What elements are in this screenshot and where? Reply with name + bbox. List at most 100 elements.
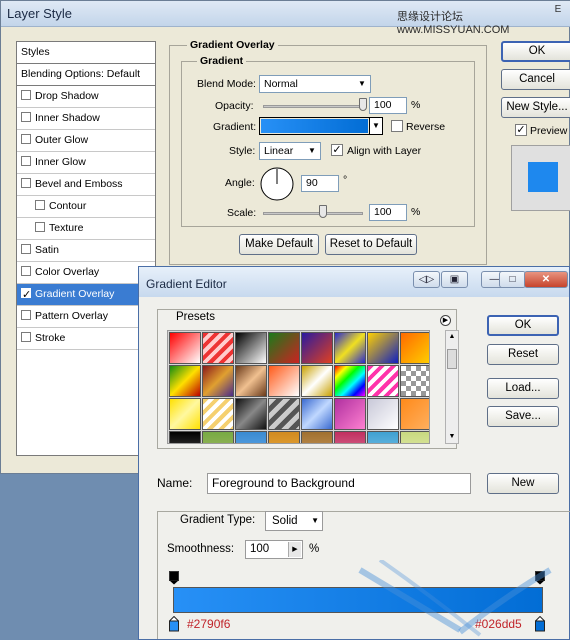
satin-checkbox[interactable] [21,244,31,254]
angle-input[interactable]: 90 [301,175,339,192]
preset-swatch[interactable] [169,365,201,397]
preset-swatch[interactable] [169,431,201,443]
style-item-contour[interactable]: Contour [17,196,155,218]
cancel-button[interactable]: Cancel [501,69,570,90]
opacity-input[interactable]: 100 [369,97,407,114]
scroll-up-icon[interactable]: ▲ [447,332,457,342]
stroke-checkbox[interactable] [21,332,31,342]
angle-dial[interactable] [259,166,295,202]
make-default-button[interactable]: Make Default [239,234,319,255]
style-item-pattern-overlay[interactable]: Pattern Overlay [17,306,155,328]
preset-swatch[interactable] [367,431,399,443]
smoothness-input[interactable]: 100 ▶ [245,540,303,559]
align-with-layer-checkbox[interactable]: ✓ [331,144,343,156]
opacity-stop-left[interactable] [169,571,179,585]
ge-reset-button[interactable]: Reset [487,344,559,365]
chevron-right-icon[interactable]: ▶ [288,542,301,557]
preset-swatch[interactable] [268,365,300,397]
style-select[interactable]: Linear ▼ [259,142,321,160]
preset-swatch[interactable] [301,398,333,430]
preset-swatch[interactable] [367,398,399,430]
style-item-inner-glow[interactable]: Inner Glow [17,152,155,174]
preset-swatch[interactable] [235,332,267,364]
reverse-checkbox[interactable] [391,120,403,132]
preset-swatch[interactable] [334,398,366,430]
opacity-slider-thumb[interactable] [359,98,367,111]
preset-swatch[interactable] [400,398,429,430]
gradient-overlay-checkbox[interactable] [21,284,31,305]
preset-swatch[interactable] [367,332,399,364]
style-item-styles[interactable]: Styles [17,42,155,64]
style-item-color-overlay[interactable]: Color Overlay [17,262,155,284]
preset-swatch[interactable] [301,365,333,397]
blend-mode-select[interactable]: Normal ▼ [259,75,371,93]
preset-swatch[interactable] [202,398,234,430]
style-item-drop-shadow[interactable]: Drop Shadow [17,86,155,108]
preset-swatch[interactable] [235,431,267,443]
new-style-button[interactable]: New Style... [501,97,570,118]
preset-swatch[interactable] [400,365,429,397]
scale-input[interactable]: 100 [369,204,407,221]
presets-scrollbar[interactable]: ▲ ▼ [445,330,459,444]
style-item-blending-options-default[interactable]: Blending Options: Default [17,64,155,86]
gradient-editor-titlebar[interactable]: Gradient Editor ◁▷ ▣ — □ ✕ [139,267,569,297]
name-input[interactable]: Foreground to Background [207,473,471,494]
texture-checkbox[interactable] [35,222,45,232]
style-item-satin[interactable]: Satin [17,240,155,262]
pattern-overlay-checkbox[interactable] [21,310,31,320]
preset-swatch[interactable] [367,365,399,397]
ok-button[interactable]: OK [501,41,570,62]
scroll-thumb[interactable] [447,349,457,369]
preset-swatch[interactable] [202,332,234,364]
style-item-inner-shadow[interactable]: Inner Shadow [17,108,155,130]
style-item-texture[interactable]: Texture [17,218,155,240]
inner-glow-checkbox[interactable] [21,156,31,166]
style-item-gradient-overlay[interactable]: Gradient Overlay [17,284,155,306]
presets-menu-icon[interactable]: ▶ [440,315,451,326]
gradient-picker[interactable]: ▼ [259,117,383,135]
preset-swatch[interactable] [235,365,267,397]
preset-swatch[interactable] [334,332,366,364]
preset-swatch[interactable] [400,431,429,443]
window-icon[interactable]: ▣ [441,271,468,288]
scroll-down-icon[interactable]: ▼ [447,432,457,442]
scale-slider-thumb[interactable] [319,205,327,218]
preset-swatch[interactable] [268,398,300,430]
preset-swatch[interactable] [268,332,300,364]
color-stop-left[interactable] [168,615,180,632]
restore-icon[interactable]: ◁▷ [413,271,440,288]
gradient-type-select[interactable]: Solid ▼ [265,511,323,531]
preset-swatch[interactable] [400,332,429,364]
close-icon[interactable]: ✕ [524,271,568,288]
preset-swatch[interactable] [202,431,234,443]
style-item-stroke[interactable]: Stroke [17,328,155,350]
chevron-down-icon[interactable]: ▼ [369,118,382,134]
preview-checkbox[interactable]: ✓ [515,124,527,136]
preset-swatch[interactable] [235,398,267,430]
ge-ok-button[interactable]: OK [487,315,559,336]
scale-slider-track[interactable] [263,212,363,215]
layer-style-titlebar[interactable]: Layer Style 思缘设计论坛 www.MISSYUAN.COM E [1,1,570,36]
opacity-slider-track[interactable] [263,105,363,108]
preset-swatch[interactable] [301,431,333,443]
preset-swatch[interactable] [334,431,366,443]
style-item-outer-glow[interactable]: Outer Glow [17,130,155,152]
bevel-and-emboss-checkbox[interactable] [21,178,31,188]
style-item-bevel-and-emboss[interactable]: Bevel and Emboss [17,174,155,196]
reset-to-default-button[interactable]: Reset to Default [325,234,417,255]
contour-checkbox[interactable] [35,200,45,210]
close-icon[interactable]: E [549,4,567,16]
outer-glow-checkbox[interactable] [21,134,31,144]
ge-new-button[interactable]: New [487,473,559,494]
preset-swatch[interactable] [334,365,366,397]
preset-swatch[interactable] [301,332,333,364]
drop-shadow-checkbox[interactable] [21,90,31,100]
color-overlay-checkbox[interactable] [21,266,31,276]
preset-swatch[interactable] [169,332,201,364]
ge-load-button[interactable]: Load... [487,378,559,399]
gradient-preview-swatch[interactable] [261,119,368,133]
ge-save-button[interactable]: Save... [487,406,559,427]
preset-swatch[interactable] [202,365,234,397]
preset-swatch[interactable] [169,398,201,430]
preset-swatch[interactable] [268,431,300,443]
